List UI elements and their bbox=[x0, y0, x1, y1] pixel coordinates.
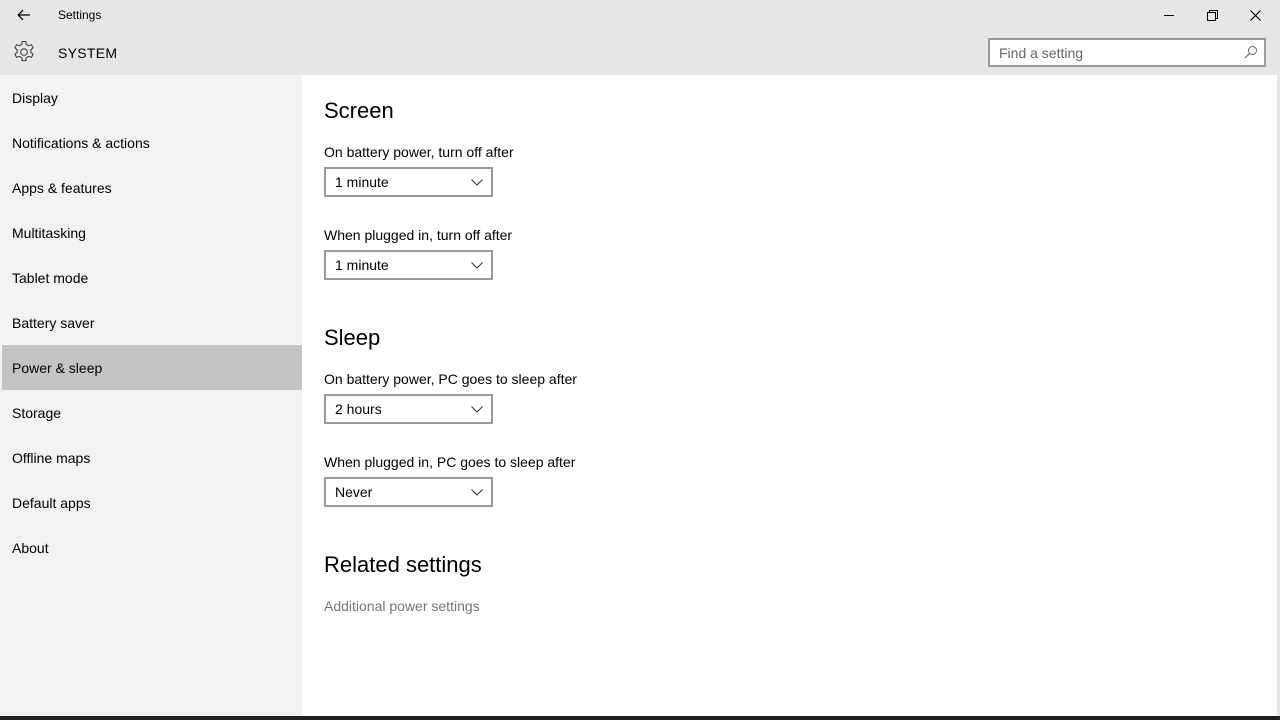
sleep-heading: Sleep bbox=[324, 325, 381, 350]
dropdown-value: 2 hours bbox=[335, 401, 382, 417]
screen-heading: Screen bbox=[324, 98, 394, 123]
header: SYSTEM bbox=[0, 30, 1280, 75]
sidebar-item-label: Power & sleep bbox=[12, 359, 103, 376]
sleep-battery-label: On battery power, PC goes to sleep after bbox=[324, 371, 577, 387]
additional-power-settings-link[interactable]: Additional power settings bbox=[324, 598, 480, 614]
sidebar-item-label: Apps & features bbox=[12, 179, 112, 196]
close-button[interactable] bbox=[1233, 0, 1277, 30]
maximize-button[interactable] bbox=[1190, 0, 1234, 30]
chevron-down-icon bbox=[471, 179, 483, 186]
back-arrow-icon bbox=[17, 9, 30, 21]
minimize-button[interactable] bbox=[1147, 0, 1191, 30]
chevron-down-icon bbox=[471, 406, 483, 413]
dropdown-value: 1 minute bbox=[335, 257, 389, 273]
sidebar-item-battery-saver[interactable]: Battery saver bbox=[2, 300, 302, 345]
search-input[interactable] bbox=[990, 40, 1234, 65]
sidebar-item-label: Notifications & actions bbox=[12, 134, 150, 151]
sidebar-item-offline-maps[interactable]: Offline maps bbox=[2, 435, 302, 480]
related-settings-heading: Related settings bbox=[324, 552, 482, 577]
sidebar-item-label: Display bbox=[12, 89, 58, 106]
bottom-edge bbox=[0, 716, 1280, 720]
search-box[interactable] bbox=[988, 38, 1266, 67]
sidebar-item-display[interactable]: Display bbox=[2, 75, 302, 120]
minimize-icon bbox=[1164, 15, 1174, 16]
title-bar: Settings bbox=[0, 0, 1280, 30]
sidebar-item-default-apps[interactable]: Default apps bbox=[2, 480, 302, 525]
app-title: Settings bbox=[58, 8, 102, 22]
sidebar-item-label: Default apps bbox=[12, 494, 91, 511]
restore-icon bbox=[1206, 9, 1218, 21]
sidebar-item-apps[interactable]: Apps & features bbox=[2, 165, 302, 210]
sidebar-item-label: Storage bbox=[12, 404, 62, 421]
sidebar-item-tablet-mode[interactable]: Tablet mode bbox=[2, 255, 302, 300]
screen-battery-dropdown[interactable]: 1 minute bbox=[324, 167, 493, 197]
screen-plugged-label: When plugged in, turn off after bbox=[324, 227, 513, 243]
sleep-battery-dropdown[interactable]: 2 hours bbox=[324, 394, 493, 424]
sidebar-item-label: Tablet mode bbox=[12, 269, 89, 286]
search-icon[interactable] bbox=[1244, 45, 1258, 59]
close-icon bbox=[1249, 9, 1261, 21]
sleep-plugged-dropdown[interactable]: Never bbox=[324, 477, 493, 507]
chevron-down-icon bbox=[471, 262, 483, 269]
chevron-down-icon bbox=[471, 489, 483, 496]
sidebar-item-label: Offline maps bbox=[12, 449, 91, 466]
back-button[interactable] bbox=[10, 5, 38, 25]
sidebar-item-label: Battery saver bbox=[12, 314, 95, 331]
sidebar-item-multitasking[interactable]: Multitasking bbox=[2, 210, 302, 255]
screen-battery-label: On battery power, turn off after bbox=[324, 144, 514, 160]
sidebar-item-power-sleep[interactable]: Power & sleep bbox=[2, 345, 302, 390]
gear-icon bbox=[14, 41, 34, 62]
sleep-plugged-label: When plugged in, PC goes to sleep after bbox=[324, 454, 576, 470]
main-content: Screen On battery power, turn off after … bbox=[302, 75, 1277, 716]
sidebar-item-notifications[interactable]: Notifications & actions bbox=[2, 120, 302, 165]
sidebar: Display Notifications & actions Apps & f… bbox=[2, 75, 302, 716]
dropdown-value: Never bbox=[335, 484, 373, 500]
sidebar-item-label: About bbox=[12, 539, 49, 556]
sidebar-item-storage[interactable]: Storage bbox=[2, 390, 302, 435]
screen-plugged-dropdown[interactable]: 1 minute bbox=[324, 250, 493, 280]
section-title: SYSTEM bbox=[58, 45, 118, 61]
sidebar-item-label: Multitasking bbox=[12, 224, 86, 241]
sidebar-item-about[interactable]: About bbox=[2, 525, 302, 570]
dropdown-value: 1 minute bbox=[335, 174, 389, 190]
